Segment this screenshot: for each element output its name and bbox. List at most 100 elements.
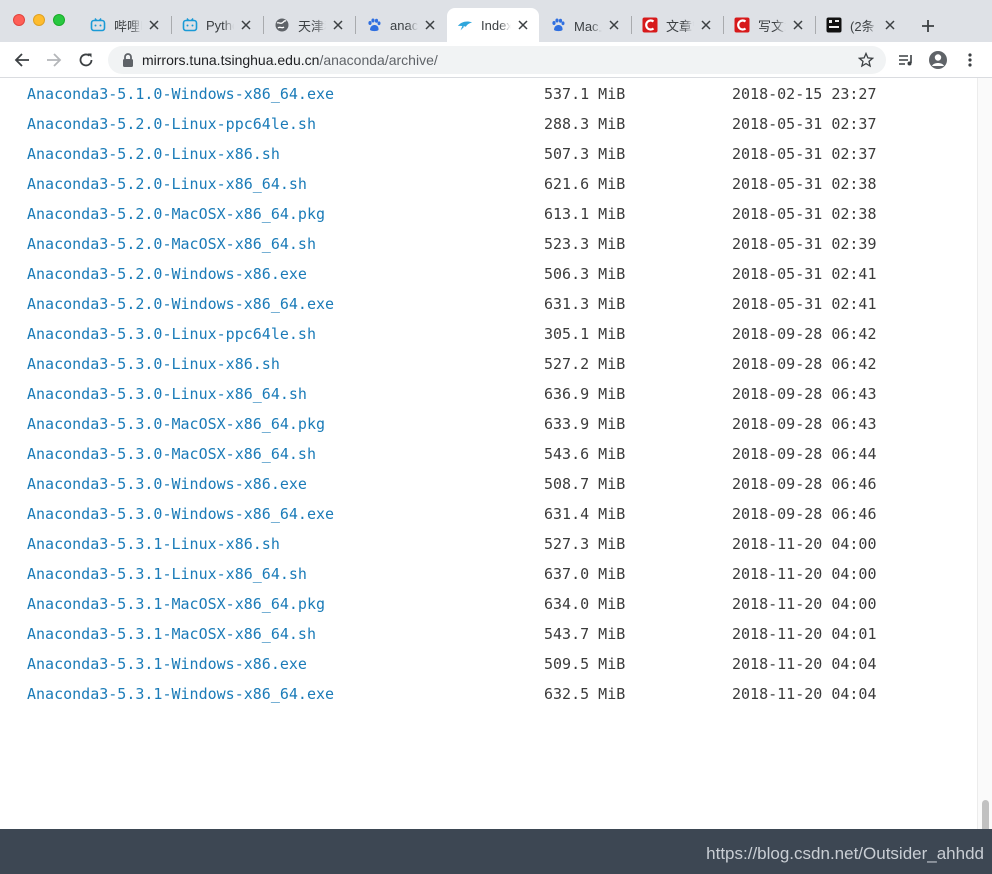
- file-link[interactable]: Anaconda3-5.3.0-Linux-x86.sh: [27, 349, 280, 379]
- tab-title: (2条: [850, 18, 875, 34]
- file-size: 634.0 MiB: [544, 595, 626, 613]
- reload-icon: [79, 53, 93, 67]
- profile-button[interactable]: [926, 48, 950, 72]
- account-circle-icon: [929, 51, 947, 69]
- file-link[interactable]: Anaconda3-5.3.1-MacOSX-x86_64.pkg: [27, 589, 325, 619]
- file-size: 506.3 MiB: [544, 265, 626, 283]
- file-link[interactable]: Anaconda3-5.3.1-Windows-x86_64.exe: [27, 679, 334, 709]
- media-control-button[interactable]: [894, 48, 918, 72]
- bookmark-star-icon[interactable]: [858, 52, 874, 68]
- tab-write-article[interactable]: 写文章: [724, 8, 814, 42]
- tab-article-manage[interactable]: 文章管: [632, 8, 722, 42]
- file-date: 2018-09-28 06:43: [732, 385, 877, 403]
- file-link[interactable]: Anaconda3-5.3.1-MacOSX-x86_64.sh: [27, 619, 316, 649]
- table-row: Anaconda3-5.2.0-Windows-x86.exe 506.3 MiB…: [27, 259, 927, 289]
- tab-tianjin[interactable]: 天津科: [264, 8, 354, 42]
- table-row: Anaconda3-5.3.0-Linux-x86.sh 527.2 MiB 201…: [27, 349, 927, 379]
- file-link[interactable]: Anaconda3-5.3.0-MacOSX-x86_64.pkg: [27, 409, 325, 439]
- table-row: Anaconda3-5.3.1-Windows-x86.exe 509.5 MiB…: [27, 649, 927, 679]
- tab-mac-search[interactable]: Mac上: [540, 8, 630, 42]
- file-link[interactable]: Anaconda3-5.3.0-Windows-x86_64.exe: [27, 499, 334, 529]
- file-link[interactable]: Anaconda3-5.3.1-Linux-x86.sh: [27, 529, 280, 559]
- tab-title: 文章管: [666, 18, 694, 34]
- close-icon[interactable]: [146, 17, 162, 33]
- tab-index-active[interactable]: Index: [447, 8, 539, 42]
- tab-title: 哔哩哔: [114, 18, 142, 34]
- file-date: 2018-11-20 04:04: [732, 655, 877, 673]
- file-date: 2018-05-31 02:37: [732, 145, 877, 163]
- file-link[interactable]: Anaconda3-5.2.0-Windows-x86.exe: [27, 259, 307, 289]
- file-link[interactable]: Anaconda3-5.3.1-Linux-x86_64.sh: [27, 559, 307, 589]
- file-link[interactable]: Anaconda3-5.3.1-Windows-x86.exe: [27, 649, 307, 679]
- file-size: 527.2 MiB: [544, 355, 626, 373]
- close-icon[interactable]: [330, 17, 346, 33]
- reload-button[interactable]: [74, 48, 98, 72]
- vertical-scrollbar[interactable]: [977, 78, 992, 844]
- table-row: Anaconda3-5.3.0-MacOSX-x86_64.pkg 633.9 M…: [27, 409, 927, 439]
- table-row: Anaconda3-5.3.1-MacOSX-x86_64.sh 543.7 Mi…: [27, 619, 927, 649]
- tab-title: anac: [390, 17, 418, 33]
- close-icon[interactable]: [882, 17, 898, 33]
- baidu-paw-icon: [366, 17, 382, 33]
- file-link[interactable]: Anaconda3-5.2.0-MacOSX-x86_64.sh: [27, 229, 316, 259]
- file-link[interactable]: Anaconda3-5.2.0-Linux-x86.sh: [27, 139, 280, 169]
- file-date: 2018-09-28 06:46: [732, 505, 877, 523]
- file-link[interactable]: Anaconda3-5.2.0-Linux-x86_64.sh: [27, 169, 307, 199]
- file-date: 2018-09-28 06:42: [732, 325, 877, 343]
- watermark-text: https://blog.csdn.net/Outsider_ahhdd: [706, 844, 984, 863]
- close-icon[interactable]: [790, 17, 806, 33]
- tab-notifications[interactable]: (2条: [816, 8, 906, 42]
- new-tab-button[interactable]: [916, 14, 940, 38]
- close-icon[interactable]: [698, 17, 714, 33]
- more-vertical-icon: [968, 53, 972, 67]
- file-link[interactable]: Anaconda3-5.2.0-Windows-x86_64.exe: [27, 289, 334, 319]
- tuna-icon: [457, 17, 473, 33]
- file-date: 2018-05-31 02:39: [732, 235, 877, 253]
- address-url[interactable]: mirrors.tuna.tsinghua.edu.cn/anaconda/ar…: [142, 52, 438, 68]
- file-date: 2018-11-20 04:00: [732, 565, 877, 583]
- baidu-paw-icon: [550, 17, 566, 33]
- file-date: 2018-11-20 04:00: [732, 535, 877, 553]
- file-link[interactable]: Anaconda3-5.2.0-MacOSX-x86_64.pkg: [27, 199, 325, 229]
- file-date: 2018-05-31 02:41: [732, 265, 877, 283]
- file-date: 2018-05-31 02:41: [732, 295, 877, 313]
- address-bar[interactable]: mirrors.tuna.tsinghua.edu.cn/anaconda/ar…: [108, 46, 886, 74]
- tab-title: 写文章: [758, 18, 786, 34]
- file-link[interactable]: Anaconda3-5.3.0-Windows-x86.exe: [27, 469, 307, 499]
- file-size: 633.9 MiB: [544, 415, 626, 433]
- minimize-window-button[interactable]: [33, 14, 45, 26]
- file-link[interactable]: Anaconda3-5.2.0-Linux-ppc64le.sh: [27, 109, 316, 139]
- file-date: 2018-02-15 23:27: [732, 85, 877, 103]
- close-icon[interactable]: [238, 17, 254, 33]
- close-icon[interactable]: [422, 17, 438, 33]
- tab-title: 天津科: [298, 18, 326, 34]
- table-row: Anaconda3-5.3.1-Linux-x86.sh 527.3 MiB 201…: [27, 529, 927, 559]
- close-icon[interactable]: [515, 17, 531, 33]
- file-size: 621.6 MiB: [544, 175, 626, 193]
- forward-button[interactable]: [42, 48, 66, 72]
- menu-button[interactable]: [958, 48, 982, 72]
- file-link[interactable]: Anaconda3-5.3.0-Linux-x86_64.sh: [27, 379, 307, 409]
- maximize-window-button[interactable]: [53, 14, 65, 26]
- file-date: 2018-09-28 06:46: [732, 475, 877, 493]
- file-size: 543.6 MiB: [544, 445, 626, 463]
- table-row: Anaconda3-5.3.1-MacOSX-x86_64.pkg 634.0 M…: [27, 589, 927, 619]
- tab-anaconda-search[interactable]: anac: [356, 8, 446, 42]
- file-link[interactable]: Anaconda3-5.1.0-Windows-x86_64.exe: [27, 79, 334, 109]
- back-button[interactable]: [10, 48, 34, 72]
- tab-bilibili[interactable]: 哔哩哔: [80, 8, 170, 42]
- table-row: Anaconda3-5.2.0-Linux-x86.sh 507.3 MiB 201…: [27, 139, 927, 169]
- csdn-icon: [734, 17, 750, 33]
- file-date: 2018-05-31 02:37: [732, 115, 877, 133]
- file-link[interactable]: Anaconda3-5.3.0-Linux-ppc64le.sh: [27, 319, 316, 349]
- close-icon[interactable]: [606, 17, 622, 33]
- arrow-left-icon: [14, 53, 29, 67]
- plus-icon: [922, 20, 934, 32]
- file-link[interactable]: Anaconda3-5.3.0-MacOSX-x86_64.sh: [27, 439, 316, 469]
- file-size: 537.1 MiB: [544, 85, 626, 103]
- close-window-button[interactable]: [13, 14, 25, 26]
- file-size: 636.9 MiB: [544, 385, 626, 403]
- url-host: mirrors.tuna.tsinghua.edu.cn: [142, 52, 320, 68]
- tab-python[interactable]: Pytho: [172, 8, 262, 42]
- table-row: Anaconda3-5.3.0-Windows-x86_64.exe 631.4 …: [27, 499, 927, 529]
